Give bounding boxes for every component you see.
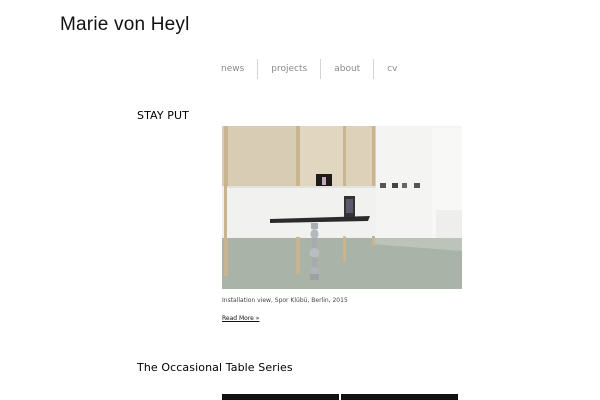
nav-item-news[interactable]: news [208,59,257,79]
main-nav: news projects about cv [208,59,410,79]
post-thumbnail[interactable] [341,394,458,400]
image-caption: Installation view, Spor Klübü, Berlin, 2… [222,297,348,304]
post-thumbnail[interactable] [222,394,339,400]
post-title-stay-put[interactable]: STAY PUT [137,109,189,122]
nav-item-about[interactable]: about [321,59,373,79]
nav-item-cv[interactable]: cv [374,59,410,79]
read-more-link[interactable]: Read More » [222,315,259,322]
post-title-occasional-table[interactable]: The Occasional Table Series [137,361,293,374]
post-image-installation[interactable] [222,126,462,289]
site-title[interactable]: Marie von Heyl [60,14,190,36]
nav-item-projects[interactable]: projects [258,59,320,79]
installation-photo [222,126,462,289]
